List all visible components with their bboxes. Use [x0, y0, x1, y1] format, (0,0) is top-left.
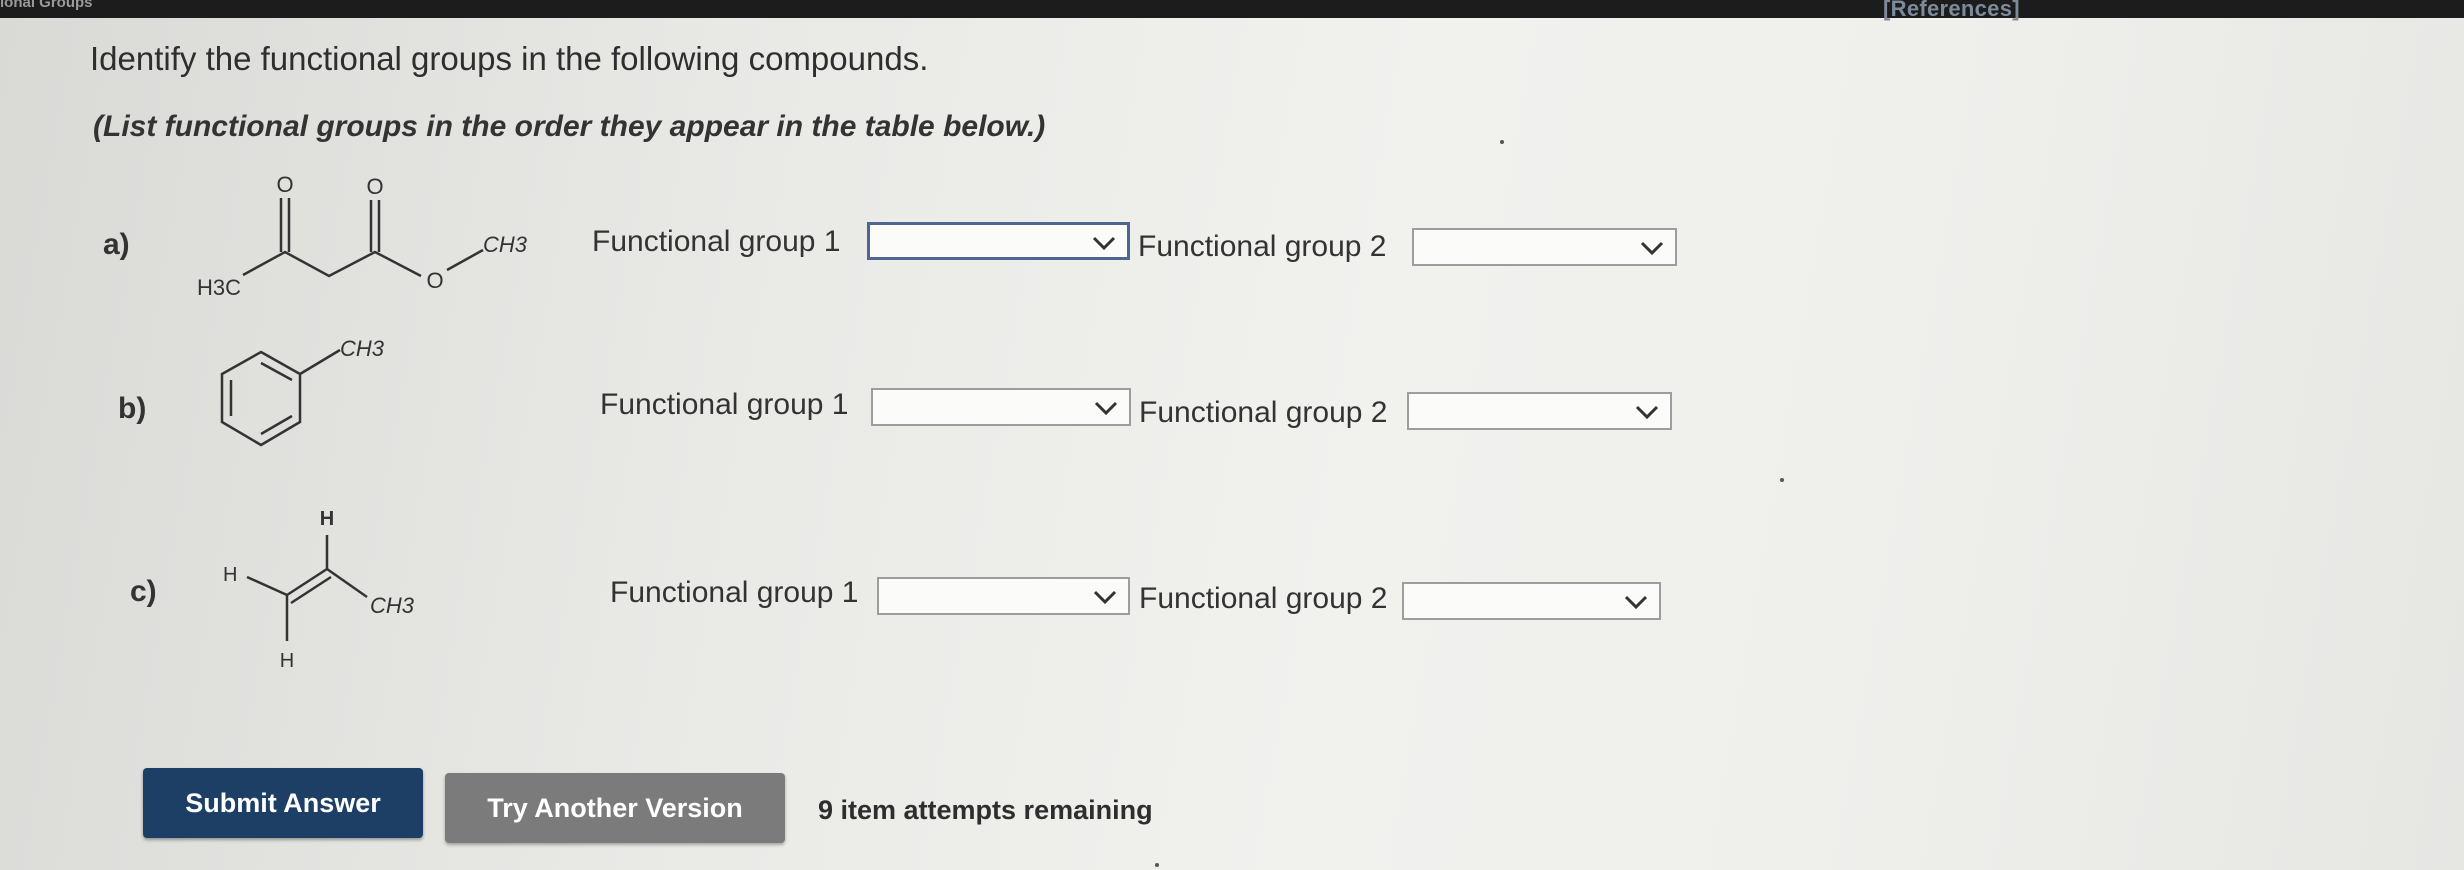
chevron-down-icon [1634, 402, 1660, 422]
compound-c-bottom-h: H [280, 650, 294, 672]
chevron-down-icon [1091, 233, 1117, 253]
try-another-version-button[interactable]: Try Another Version [445, 773, 785, 843]
compound-a-fg2-select[interactable] [1412, 228, 1677, 266]
chevron-down-icon [1639, 238, 1665, 258]
compound-a-oxygen-2: O [366, 174, 383, 199]
compound-b-fg2-label: Functional group 2 [1139, 396, 1388, 429]
question-prompt: Identify the functional groups in the fo… [90, 40, 929, 77]
compound-a-ester-oxygen: O [426, 268, 443, 293]
compound-a-label: a) [103, 228, 130, 261]
compound-c-structure: H H H CH3 [223, 508, 415, 672]
compound-b-fg1-select[interactable] [871, 388, 1131, 426]
screen-speck [1500, 140, 1504, 144]
chevron-down-icon [1092, 587, 1118, 607]
compound-c-fg1-select[interactable] [877, 577, 1130, 615]
compound-b-fg1-label: Functional group 1 [600, 388, 849, 421]
chevron-down-icon [1623, 592, 1649, 612]
chevron-down-icon [1093, 398, 1119, 418]
compound-a-left-group: H3C [197, 275, 241, 300]
section-title: ional Groups [0, 0, 93, 11]
compound-c-fg2-label: Functional group 2 [1139, 582, 1388, 615]
references-link[interactable]: [References] [1883, 0, 2020, 22]
screen-speck [1155, 863, 1159, 867]
compound-b-fg2-select[interactable] [1407, 392, 1672, 430]
question-instruction: (List functional groups in the order the… [93, 110, 1046, 143]
compound-c-substituent: CH3 [370, 593, 415, 618]
screen-speck [1780, 478, 1784, 482]
compound-a-fg2-label: Functional group 2 [1138, 230, 1387, 263]
compound-a-fg1-select[interactable] [867, 222, 1130, 260]
compound-c-fg1-label: Functional group 1 [610, 576, 859, 609]
compound-a-fg1-label: Functional group 1 [592, 225, 841, 258]
compound-b-substituent: CH3 [340, 336, 385, 361]
compound-c-top-h: H [320, 508, 334, 530]
compound-c-fg2-select[interactable] [1402, 582, 1661, 620]
top-header-bar: ional Groups [0, 0, 2464, 18]
compound-a-structure: O O O H3C CH3 [197, 172, 528, 300]
submit-answer-button[interactable]: Submit Answer [143, 768, 423, 838]
compound-c-left-h: H [223, 564, 237, 586]
compound-a-oxygen-1: O [276, 172, 293, 197]
compound-c-label: c) [130, 575, 157, 608]
attempts-remaining: 9 item attempts remaining [818, 795, 1153, 825]
compound-a-right-group: CH3 [483, 232, 528, 257]
compound-b-label: b) [118, 392, 147, 425]
compound-b-structure: CH3 [220, 336, 385, 447]
